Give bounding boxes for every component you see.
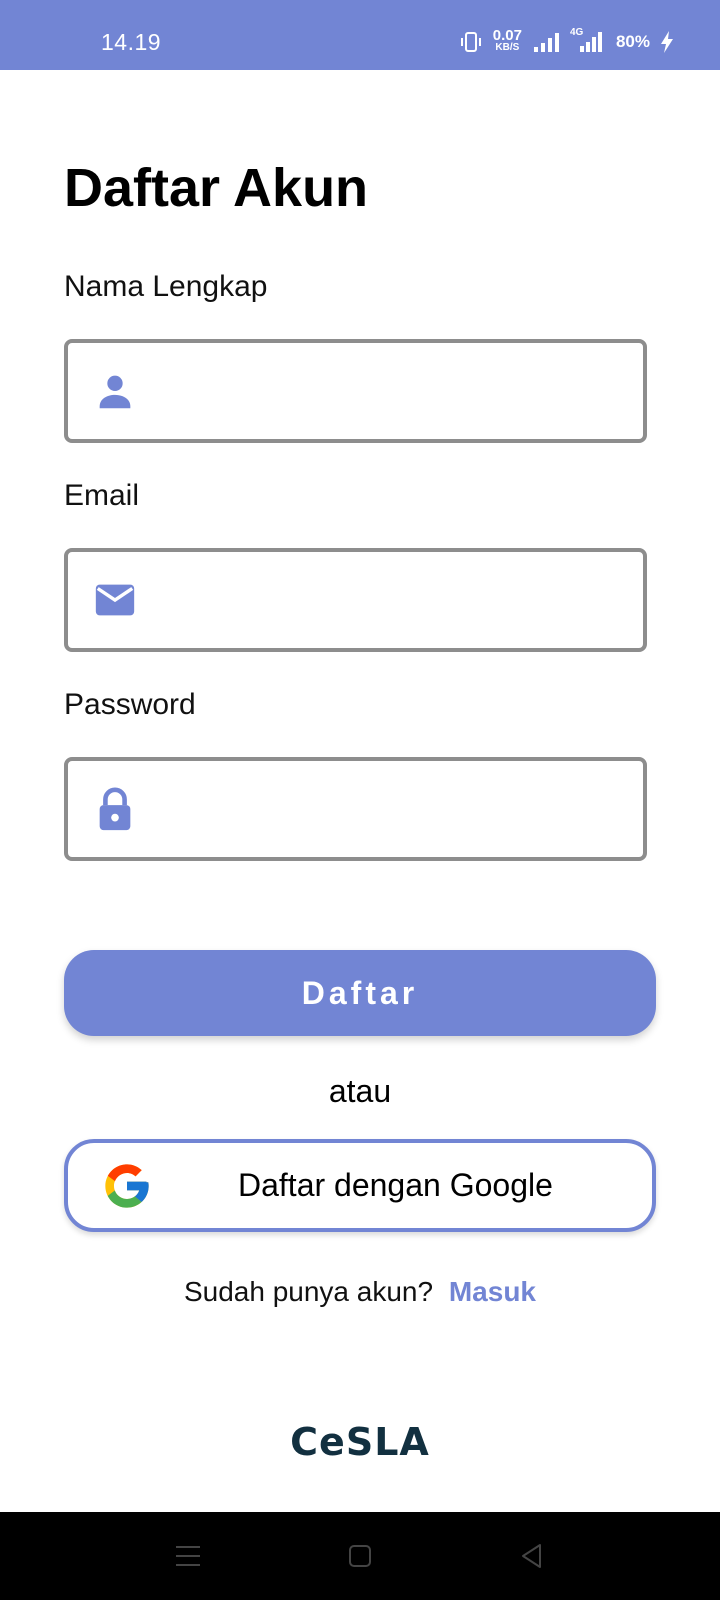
vibrate-icon <box>460 32 481 52</box>
email-field[interactable] <box>64 548 647 652</box>
name-field[interactable] <box>64 339 647 443</box>
status-bar: 14.19 0.07 KB/S 4G 80% <box>0 0 720 70</box>
password-input[interactable] <box>158 761 632 859</box>
person-icon <box>99 375 131 409</box>
login-link[interactable]: Masuk <box>449 1276 536 1307</box>
screen: 14.19 0.07 KB/S 4G 80% Daftar Akun Nama … <box>0 0 720 1600</box>
email-input[interactable] <box>158 552 632 650</box>
register-button[interactable]: Daftar <box>64 950 656 1036</box>
signal-4g-icon <box>579 32 602 52</box>
status-icons: 0.07 KB/S 4G 80% <box>459 27 674 54</box>
signal-icon <box>533 33 559 52</box>
network-speed: 0.07 KB/S <box>492 27 522 54</box>
google-icon <box>105 1164 149 1208</box>
login-prompt: Sudah punya akun? Masuk <box>0 1276 720 1308</box>
brand-logo: CeSLA <box>290 1420 430 1464</box>
back-icon[interactable] <box>514 1538 550 1574</box>
signal-4g: 4G <box>570 27 606 53</box>
or-divider-text: atau <box>328 1073 392 1109</box>
lock-icon <box>99 787 131 831</box>
menu-icon[interactable] <box>170 1538 206 1574</box>
battery-level: 80% <box>615 32 650 51</box>
status-time: 14.19 <box>101 29 162 55</box>
page-title: Daftar Akun <box>64 158 369 218</box>
name-input[interactable] <box>158 343 632 441</box>
google-signup-label: Daftar dengan Google <box>238 1167 553 1203</box>
password-label: Password <box>64 688 196 721</box>
login-prompt-text: Sudah punya akun? <box>183 1276 434 1307</box>
google-signup-button[interactable]: Daftar dengan Google <box>64 1139 656 1232</box>
password-field[interactable] <box>64 757 647 861</box>
charging-icon <box>661 31 673 53</box>
speed-unit: KB/S <box>495 42 520 53</box>
home-icon[interactable] <box>342 1538 378 1574</box>
name-label: Nama Lengkap <box>64 270 268 303</box>
email-label: Email <box>64 479 140 512</box>
system-nav-bar <box>0 1512 720 1600</box>
speed-value: 0.07 <box>492 27 522 44</box>
mail-icon <box>95 584 135 616</box>
